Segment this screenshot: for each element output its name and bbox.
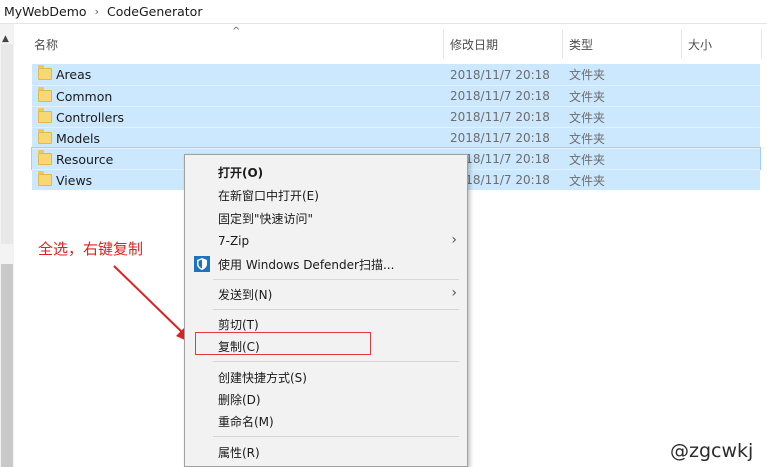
file-modified: 2018/11/7 20:18 bbox=[450, 110, 550, 124]
menu-item-open-new-window[interactable]: 在新窗口中打开(E) bbox=[185, 184, 467, 206]
annotation-text: 全选，右键复制 bbox=[38, 240, 144, 258]
list-item[interactable]: Controllers 2018/11/7 20:18 文件夹 bbox=[32, 106, 760, 127]
file-type: 文件夹 bbox=[569, 173, 606, 188]
highlight-box bbox=[195, 332, 371, 355]
file-type: 文件夹 bbox=[569, 131, 606, 146]
menu-item-defender-label: 使用 Windows Defender扫描... bbox=[218, 257, 395, 272]
menu-item-defender-scan[interactable]: 使用 Windows Defender扫描... bbox=[185, 253, 467, 275]
file-type: 文件夹 bbox=[569, 110, 606, 125]
menu-item-delete[interactable]: 删除(D) bbox=[185, 388, 467, 410]
scrollbar-track bbox=[1, 44, 13, 244]
folder-icon bbox=[38, 171, 52, 186]
menu-separator bbox=[213, 361, 459, 362]
scroll-up-icon[interactable]: ▲ bbox=[2, 34, 9, 44]
submenu-arrow-icon: › bbox=[451, 232, 457, 248]
file-type: 文件夹 bbox=[569, 152, 606, 167]
menu-item-create-shortcut[interactable]: 创建快捷方式(S) bbox=[185, 366, 467, 388]
watermark: @zgcwkj bbox=[670, 440, 754, 462]
column-name[interactable]: 名称 bbox=[28, 30, 444, 58]
column-header: ^ 名称 修改日期 类型 大小 bbox=[22, 26, 767, 58]
scrollbar-thumb[interactable] bbox=[1, 264, 13, 467]
file-name: Resource bbox=[56, 151, 114, 167]
menu-separator bbox=[213, 279, 459, 280]
menu-separator bbox=[213, 309, 459, 310]
column-type[interactable]: 类型 bbox=[563, 30, 682, 58]
file-modified: 2018/11/7 20:18 bbox=[450, 89, 550, 103]
windows-defender-shield-icon bbox=[194, 256, 210, 272]
column-modified[interactable]: 修改日期 bbox=[444, 30, 563, 58]
menu-separator bbox=[213, 436, 459, 437]
menu-item-pin-quick-access[interactable]: 固定到"快速访问" bbox=[185, 207, 467, 229]
menu-item-properties[interactable]: 属性(R) bbox=[185, 441, 467, 463]
file-name: Common bbox=[56, 88, 113, 104]
menu-item-rename[interactable]: 重命名(M) bbox=[185, 410, 467, 432]
breadcrumb-item-codegenerator[interactable]: CodeGenerator bbox=[107, 4, 202, 19]
folder-icon bbox=[38, 87, 52, 102]
context-menu: 打开(O) 在新窗口中打开(E) 固定到"快速访问" 7-Zip › 使用 Wi… bbox=[184, 154, 468, 467]
folder-icon bbox=[38, 129, 52, 144]
menu-item-7zip-label: 7-Zip bbox=[218, 234, 250, 248]
folder-icon bbox=[38, 65, 52, 80]
navigation-pane-scrollbar[interactable]: ▲ bbox=[0, 24, 14, 467]
list-item[interactable]: Models 2018/11/7 20:18 文件夹 bbox=[32, 127, 760, 148]
file-modified: 2018/11/7 20:18 bbox=[450, 67, 550, 82]
file-type: 文件夹 bbox=[569, 68, 606, 82]
menu-item-open[interactable]: 打开(O) bbox=[185, 161, 467, 183]
file-modified: 2018/11/7 20:18 bbox=[450, 131, 550, 145]
folder-icon bbox=[38, 150, 52, 165]
list-item[interactable]: Common 2018/11/7 20:18 文件夹 bbox=[32, 85, 760, 106]
file-name: Controllers bbox=[56, 109, 124, 125]
file-name: Models bbox=[56, 130, 101, 146]
menu-item-7zip[interactable]: 7-Zip › bbox=[185, 230, 467, 252]
list-item[interactable]: Areas 2018/11/7 20:18 文件夹 bbox=[32, 64, 760, 85]
submenu-arrow-icon: › bbox=[451, 285, 457, 301]
column-size[interactable]: 大小 bbox=[682, 30, 762, 58]
breadcrumb: MyWebDemo › CodeGenerator bbox=[0, 0, 767, 24]
menu-item-send-to[interactable]: 发送到(N) › bbox=[185, 283, 467, 305]
menu-item-send-to-label: 发送到(N) bbox=[218, 287, 273, 302]
breadcrumb-item-mywebdemo[interactable]: MyWebDemo bbox=[4, 4, 87, 19]
file-name: Areas bbox=[56, 67, 92, 82]
folder-icon bbox=[38, 108, 52, 123]
chevron-right-icon[interactable]: › bbox=[95, 5, 99, 18]
file-name: Views bbox=[56, 172, 93, 188]
file-type: 文件夹 bbox=[569, 89, 606, 104]
